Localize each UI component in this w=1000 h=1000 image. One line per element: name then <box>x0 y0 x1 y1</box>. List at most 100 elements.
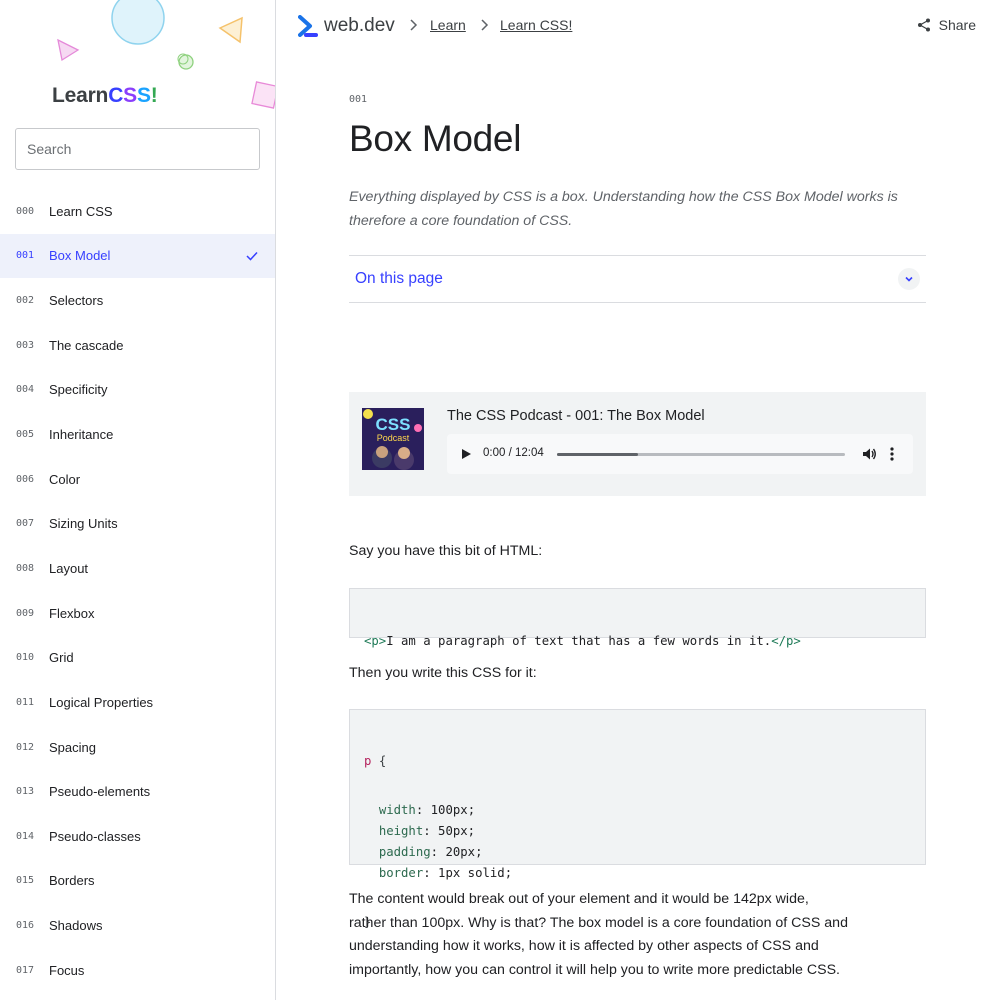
sidebar-item-label: Spacing <box>49 739 96 755</box>
sidebar-item-label: Learn CSS <box>49 203 113 219</box>
chevron-right-icon <box>410 19 418 31</box>
brand-css-letter: ! <box>150 84 158 107</box>
lesson-number: 001 <box>349 94 368 105</box>
sidebar-item-number: 005 <box>16 429 35 441</box>
sidebar-item-label: Pseudo-classes <box>49 828 141 844</box>
sidebar-item-specificity[interactable]: 004 Specificity <box>0 368 275 413</box>
sidebar-item-shadows[interactable]: 016 Shadows <box>0 903 275 948</box>
code-property: height <box>378 824 424 838</box>
code-selector: p <box>364 754 372 768</box>
sidebar-item-label: Shadows <box>49 918 103 934</box>
share-icon <box>917 18 930 32</box>
code-value: 1px solid <box>438 866 505 880</box>
breadcrumb-learn-css[interactable]: Learn CSS! <box>500 17 572 33</box>
code-declaration: padding: 20px; <box>378 845 483 859</box>
lede: Everything displayed by CSS is a box. Un… <box>349 189 898 229</box>
podcast-player-card: CSS Podcast The CSS Podcast - 001: The B… <box>349 392 926 496</box>
sidebar-item-number: 003 <box>16 339 35 351</box>
search-input[interactable] <box>15 128 260 170</box>
code-open-brace: { <box>378 754 387 768</box>
sidebar-item-number: 008 <box>16 562 35 574</box>
podcast-art-subtext: Podcast <box>377 433 410 443</box>
breadcrumb-learn[interactable]: Learn <box>430 17 466 33</box>
share-button[interactable]: Share <box>917 17 976 33</box>
brand-title[interactable]: LearnCSS! <box>52 84 158 108</box>
play-icon[interactable] <box>460 448 472 460</box>
sidebar-item-focus[interactable]: 017 Focus <box>0 948 275 993</box>
sidebar-item-borders[interactable]: 015 Borders <box>0 859 275 904</box>
more-options-icon[interactable] <box>889 446 895 462</box>
paragraph-intro: Say you have this bit of HTML: <box>349 543 543 559</box>
sidebar-item-label: Sizing Units <box>49 516 118 532</box>
code-declaration: width: 100px; <box>378 803 476 817</box>
code-property: border <box>378 866 424 880</box>
audio-player: 0:00 / 12:04 <box>447 434 913 474</box>
sidebar-item-color[interactable]: 006 Color <box>0 457 275 502</box>
toc-label: On this page <box>355 270 443 287</box>
sidebar-item-inheritance[interactable]: 005 Inheritance <box>0 412 275 457</box>
brand-css-letter: S <box>123 84 137 107</box>
sidebar-item-box-model[interactable]: 001 Box Model <box>0 233 275 279</box>
sidebar-item-label: Logical Properties <box>49 694 154 710</box>
top-bar: web.dev Learn Learn CSS! Share <box>276 0 1000 52</box>
sidebar-item-spacing[interactable]: 012 Spacing <box>0 725 275 770</box>
sidebar-item-label: Box Model <box>49 248 111 264</box>
sidebar-item-label: Pseudo-elements <box>49 784 151 800</box>
code-declaration: border: 1px solid; <box>378 866 513 880</box>
checkmark-icon <box>246 251 258 261</box>
sidebar-item-learn-css[interactable]: 000 Learn CSS <box>0 189 275 234</box>
sidebar-item-label: Color <box>49 471 81 487</box>
sidebar-item-logical-properties[interactable]: 011 Logical Properties <box>0 680 275 725</box>
sidebar-item-number: 009 <box>16 607 35 619</box>
seek-slider[interactable] <box>557 453 845 456</box>
brand-css: CSS! <box>108 84 158 107</box>
code-text: I am a paragraph of text that has a few … <box>386 634 772 648</box>
brand-css-letter: C <box>108 84 124 107</box>
course-nav: 000 Learn CSS 001 Box Model 002 Selectors 003 T… <box>0 189 275 993</box>
sidebar-item-label: Inheritance <box>49 427 114 443</box>
sidebar-item-pseudo-classes[interactable]: 014 Pseudo-classes <box>0 814 275 859</box>
code-open-tag: <p> <box>364 634 387 648</box>
code-declarations: width: 100px; height: 50px; padding: 20p… <box>364 800 925 884</box>
volume-icon[interactable] <box>861 446 877 462</box>
sidebar-item-number: 007 <box>16 518 35 530</box>
seek-progress <box>557 453 638 456</box>
playback-time: 0:00 / 12:04 <box>483 447 544 459</box>
chevron-right-icon <box>481 19 489 31</box>
sidebar-item-number: 016 <box>16 920 35 932</box>
sidebar-item-number: 017 <box>16 964 35 976</box>
sidebar-item-number: 006 <box>16 473 35 485</box>
sidebar: LearnCSS! 000 Learn CSS 001 Box Model 002 Sel… <box>0 0 276 1000</box>
sidebar-item-grid[interactable]: 010 Grid <box>0 635 275 680</box>
sidebar-item-selectors[interactable]: 002 Selectors <box>0 278 275 323</box>
sidebar-item-number: 000 <box>16 205 35 217</box>
logo-text: web.dev <box>324 15 395 36</box>
sidebar-item-number: 001 <box>16 250 35 262</box>
webdev-logo[interactable]: web.dev <box>298 15 395 37</box>
code-block-html: <p>I am a paragraph of text that has a f… <box>349 588 926 648</box>
sidebar-item-label: Specificity <box>49 382 108 398</box>
share-label: Share <box>938 17 976 33</box>
sidebar-item-label: The cascade <box>49 337 124 353</box>
page-title: Box Model <box>349 118 522 159</box>
podcast-artwork: CSS Podcast <box>362 408 424 470</box>
sidebar-item-number: 004 <box>16 384 35 396</box>
sidebar-item-pseudo-elements[interactable]: 013 Pseudo-elements <box>0 769 275 814</box>
code-value: 50px <box>438 824 468 838</box>
on-this-page-toggle[interactable]: On this page <box>349 255 926 303</box>
sidebar-item-label: Selectors <box>49 293 104 309</box>
code-declaration: height: 50px; <box>378 824 476 838</box>
chevron-down-icon <box>898 268 920 290</box>
sidebar-item-sizing-units[interactable]: 007 Sizing Units <box>0 501 275 546</box>
podcast-title: The CSS Podcast - 001: The Box Model <box>447 408 705 424</box>
code-property: padding <box>378 845 431 859</box>
sidebar-item-label: Grid <box>49 650 74 666</box>
sidebar-item-label: Layout <box>49 560 89 576</box>
sidebar-item-number: 014 <box>16 830 35 842</box>
paragraph-css-intro: Then you write this CSS for it: <box>349 665 537 681</box>
code-block-css: p { width: 100px; height: 50px; padding:… <box>349 709 926 929</box>
sidebar-item-the-cascade[interactable]: 003 The cascade <box>0 323 275 368</box>
sidebar-item-flexbox[interactable]: 009 Flexbox <box>0 591 275 636</box>
sidebar-item-label: Borders <box>49 873 95 889</box>
sidebar-item-layout[interactable]: 008 Layout <box>0 546 275 591</box>
